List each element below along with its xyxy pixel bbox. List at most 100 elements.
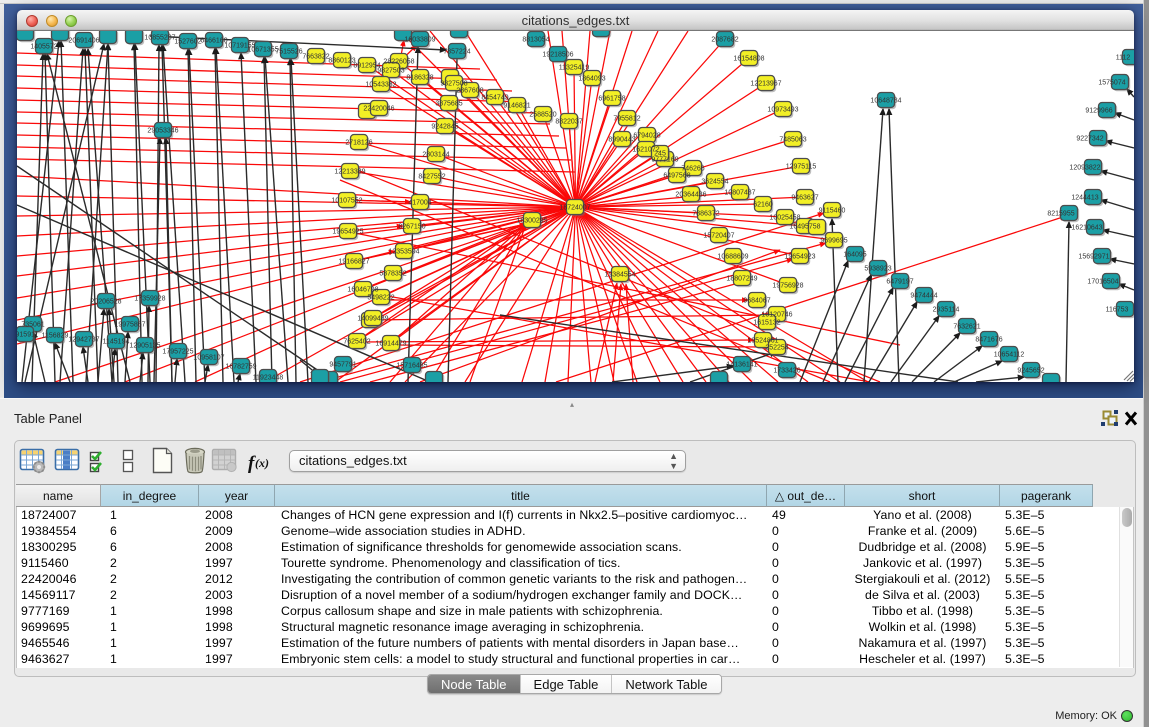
- svg-text:5878352: 5878352: [379, 270, 406, 277]
- svg-text:9146821: 9146821: [503, 102, 530, 109]
- svg-text:22420046: 22420046: [363, 105, 394, 112]
- svg-text:8454749: 8454749: [481, 94, 508, 101]
- svg-text:16154808: 16154808: [733, 55, 764, 62]
- svg-text:10120746: 10120746: [761, 311, 792, 318]
- svg-text:10958107: 10958107: [193, 354, 224, 361]
- svg-text:9129966: 9129966: [1085, 107, 1112, 114]
- svg-text:10654112: 10654112: [994, 351, 1025, 358]
- svg-text:12213967: 12213967: [750, 80, 781, 87]
- svg-text:28226058: 28226058: [383, 58, 414, 65]
- svg-text:1615132: 1615132: [753, 319, 780, 326]
- svg-text:1112: 1112: [1116, 54, 1131, 61]
- svg-text:7485063: 7485063: [779, 136, 806, 143]
- svg-text:19654923: 19654923: [784, 253, 815, 260]
- svg-text:19166827: 19166827: [338, 258, 369, 265]
- svg-text:8267150: 8267150: [398, 223, 425, 230]
- svg-text:12975115: 12975115: [786, 163, 817, 170]
- svg-text:245: 245: [654, 150, 666, 157]
- svg-text:16046798: 16046798: [347, 286, 378, 293]
- svg-text:7857224: 7857224: [443, 48, 470, 55]
- svg-text:8427552: 8427552: [418, 173, 445, 180]
- svg-text:10688609: 10688609: [717, 253, 748, 260]
- svg-text:8860123: 8860123: [328, 57, 355, 64]
- svg-text:6961758: 6961758: [598, 95, 625, 102]
- svg-text:3915911: 3915911: [17, 331, 38, 338]
- svg-text:6479197: 6479197: [886, 278, 913, 285]
- svg-text:2935114: 2935114: [933, 306, 960, 313]
- svg-text:164095: 164095: [843, 251, 866, 258]
- svg-text:2588520: 2588520: [529, 111, 556, 118]
- svg-text:12942737: 12942737: [68, 336, 99, 343]
- svg-text:18300295: 18300295: [516, 217, 547, 224]
- svg-text:8813054: 8813054: [522, 36, 549, 43]
- svg-text:735061: 735061: [21, 321, 44, 328]
- svg-text:20364436: 20364436: [675, 191, 706, 198]
- svg-text:9115460: 9115460: [819, 207, 846, 214]
- svg-text:12353594: 12353594: [388, 248, 419, 255]
- svg-text:19384554: 19384554: [604, 271, 635, 278]
- svg-text:10807487: 10807487: [724, 189, 755, 196]
- svg-text:9474444: 9474444: [910, 292, 937, 299]
- svg-text:14136141: 14136141: [726, 361, 757, 368]
- svg-text:7663822: 7663822: [302, 53, 329, 60]
- svg-text:20691406: 20691406: [68, 37, 99, 44]
- svg-text:7955812: 7955812: [613, 115, 640, 122]
- svg-text:17016504: 17016504: [1087, 278, 1118, 285]
- svg-text:11923448: 11923448: [253, 374, 284, 381]
- svg-text:10107552: 10107552: [331, 197, 362, 204]
- svg-text:9242845: 9242845: [431, 123, 458, 130]
- svg-text:8186328: 8186328: [406, 74, 433, 81]
- svg-text:7625402: 7625402: [343, 338, 370, 345]
- svg-text:9463627: 9463627: [791, 194, 818, 201]
- svg-text:2087682: 2087682: [711, 36, 738, 43]
- svg-text:19756928: 19756928: [772, 282, 803, 289]
- svg-text:3624554: 3624554: [701, 178, 728, 185]
- svg-text:12213389: 12213389: [334, 168, 365, 175]
- svg-text:10671355: 10671355: [247, 46, 278, 53]
- svg-text:746266: 746266: [681, 165, 704, 172]
- svg-text:19524861: 19524861: [747, 337, 778, 344]
- svg-text:10543382: 10543382: [365, 81, 396, 88]
- svg-text:10648784: 10648784: [870, 97, 901, 104]
- svg-text:14099489: 14099489: [357, 315, 388, 322]
- svg-text:16033809: 16033809: [404, 36, 435, 43]
- svg-text:1244413: 1244413: [1071, 194, 1098, 201]
- svg-text:10855287: 10855287: [144, 34, 175, 41]
- svg-text:15716485: 15716485: [396, 362, 427, 369]
- svg-text:7515526: 7515526: [275, 48, 302, 55]
- svg-text:18807249: 18807249: [726, 275, 757, 282]
- svg-text:1527602: 1527602: [174, 38, 201, 45]
- svg-text:9227342: 9227342: [1076, 135, 1103, 142]
- svg-text:16210643: 16210643: [1071, 224, 1102, 231]
- svg-text:2718126: 2718126: [345, 139, 372, 146]
- svg-text:16495758: 16495758: [789, 223, 820, 230]
- svg-text:1145194: 1145194: [103, 338, 130, 345]
- svg-text:15692971: 15692971: [1078, 253, 1109, 260]
- svg-text:1575074: 1575074: [1098, 79, 1125, 86]
- svg-text:2803144: 2803144: [422, 151, 449, 158]
- svg-text:12905135: 12905135: [129, 342, 160, 349]
- svg-text:(x): (x): [255, 456, 269, 470]
- svg-text:9777169: 9777169: [651, 156, 678, 163]
- svg-text:20206528: 20206528: [90, 298, 121, 305]
- svg-text:417004: 417004: [408, 199, 431, 206]
- svg-text:18724007: 18724007: [559, 204, 590, 211]
- svg-text:11325419: 11325419: [559, 64, 590, 71]
- svg-text:17957225: 17957225: [162, 348, 193, 355]
- svg-text:5938923: 5938923: [864, 265, 891, 272]
- svg-text:1156829: 1156829: [42, 332, 69, 339]
- svg-text:19218506: 19218506: [542, 51, 573, 58]
- svg-text:6497568: 6497568: [663, 172, 690, 179]
- svg-text:8990443: 8990443: [608, 136, 635, 143]
- svg-text:16914479: 16914479: [375, 340, 406, 347]
- svg-text:252254: 252254: [765, 344, 788, 351]
- svg-text:17359928: 17359928: [134, 295, 165, 302]
- svg-text:6794028: 6794028: [633, 132, 660, 139]
- svg-text:7886372: 7886372: [692, 210, 719, 217]
- svg-text:9699695: 9699695: [820, 237, 847, 244]
- svg-text:1864093: 1864093: [578, 75, 605, 82]
- svg-text:9684067: 9684067: [743, 297, 770, 304]
- svg-text:3875685: 3875685: [435, 100, 462, 107]
- svg-text:8471676: 8471676: [975, 336, 1002, 343]
- svg-text:9245652: 9245652: [1017, 367, 1044, 374]
